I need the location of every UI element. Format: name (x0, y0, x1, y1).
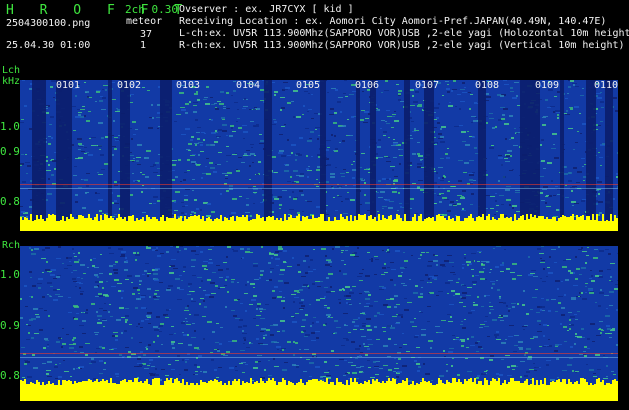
count-l: 37 (140, 29, 153, 40)
rch-line: R-ch:ex. UV5R 113.900Mhz(SAPPORO VOR)USB… (179, 40, 625, 51)
lch-ytick-3: 0.8 (0, 195, 20, 208)
location-line: Receiving Location : ex. Aomori City Aom… (179, 16, 607, 27)
time-tick-0107: 0107 (415, 80, 440, 91)
lch-label: Lch (2, 65, 21, 76)
rch-ytick-1: 1.0 (0, 268, 20, 281)
rch-spectrogram-canvas (20, 246, 618, 401)
rch-label: Rch (2, 240, 21, 251)
time-tick-0108: 0108 (475, 80, 500, 91)
time-tick-0106: 0106 (355, 80, 380, 91)
time-tick-0109: 0109 (535, 80, 560, 91)
version-label: 2ch 0.30 (125, 3, 178, 16)
time-tick-0110: 0110 (594, 80, 619, 91)
time-tick-0102: 0102 (117, 80, 142, 91)
time-tick-0103: 0103 (176, 80, 201, 91)
filename-label: 2504300100.png (6, 18, 91, 29)
khz-unit-label: kHz (2, 76, 21, 87)
time-tick-0105: 0105 (296, 80, 321, 91)
time-tick-0101: 0101 (56, 80, 81, 91)
observer-line: Ovserver : ex. JR7CYX [ kid ] (179, 4, 354, 15)
datetime-label: 25.04.30 01:00 (6, 40, 91, 51)
rch-ytick-2: 0.9 (0, 319, 20, 332)
mode-label: meteor (126, 16, 163, 27)
count-r: 1 (140, 40, 147, 51)
lch-ytick-1: 1.0 (0, 120, 20, 133)
rch-ytick-3: 0.8 (0, 369, 20, 382)
time-tick-0104: 0104 (236, 80, 261, 91)
lch-ytick-2: 0.9 (0, 145, 20, 158)
rch-spectrogram (20, 246, 618, 401)
lch-spectrogram (20, 80, 618, 231)
lch-line: L-ch:ex. UV5R 113.900Mhz(SAPPORO VOR)USB… (179, 28, 629, 39)
lch-spectrogram-canvas (20, 80, 618, 231)
